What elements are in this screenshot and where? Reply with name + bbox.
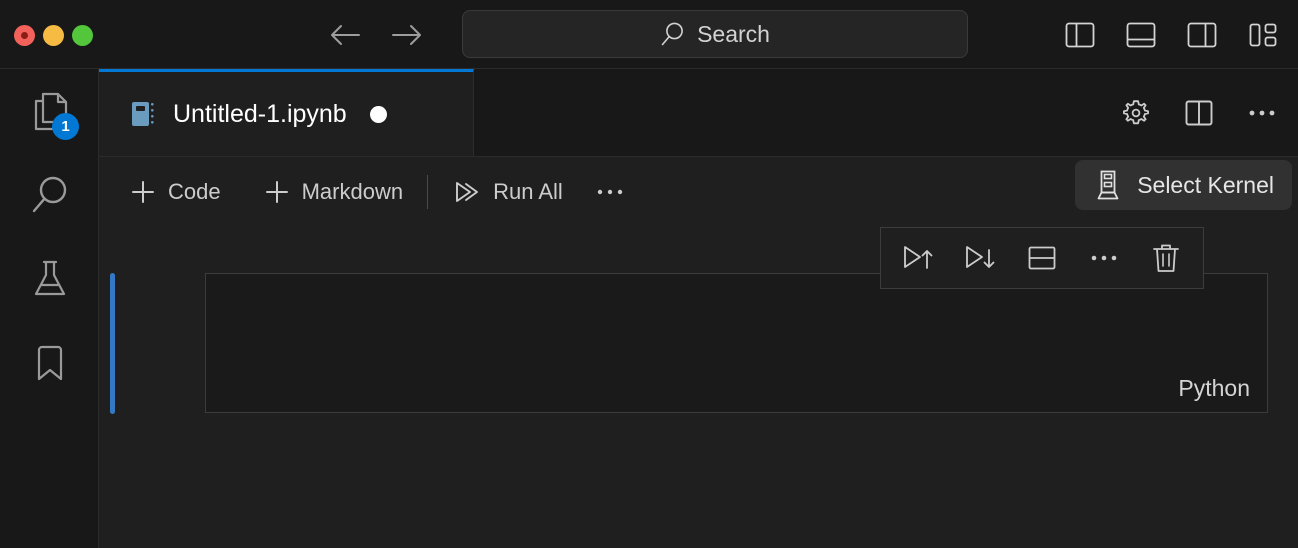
sidebar-item-bookmarks[interactable] [0,321,99,405]
notebook-more-actions-button[interactable] [587,169,633,215]
go-back-button[interactable] [329,19,361,51]
explorer-badge: 1 [52,113,79,140]
tab-untitled-1-ipynb[interactable]: Untitled-1.ipynb [99,69,474,156]
editor-actions [1118,95,1280,131]
notebook-icon [132,102,154,126]
more-cell-actions-button[interactable] [1073,230,1135,286]
run-above-icon [904,246,933,269]
customize-layout-button[interactable] [1246,18,1280,52]
beaker-icon [34,260,65,296]
toolbar-separator [427,175,429,209]
cell-active-indicator [110,273,115,414]
navigation-buttons [329,19,423,51]
notebook-settings-button[interactable] [1118,95,1154,131]
go-forward-button[interactable] [391,19,423,51]
ellipsis-icon [597,189,622,195]
arrow-left-icon [331,25,360,45]
editor-area: Untitled-1.ipynb Code Markdown Run All S… [99,69,1298,548]
cell-toolbar [880,227,1204,289]
add-markdown-cell-label: Markdown [301,179,404,204]
toggle-primary-sidebar-button[interactable] [1063,18,1097,52]
tab-dirty-indicator[interactable] [369,105,387,123]
execute-cell-and-below-button[interactable] [949,230,1011,286]
cell-code-editor[interactable]: Python [205,273,1268,413]
layout-sidebar-right-icon [1187,22,1217,48]
search-icon [32,176,66,213]
delete-cell-button[interactable] [1135,230,1197,286]
add-code-cell-label: Code [168,179,221,204]
layout-customize-icon [1249,23,1277,47]
add-markdown-cell-button[interactable]: Markdown [253,169,413,215]
search-label: Search [697,20,770,47]
notebook-body: Python [99,227,1298,548]
ellipsis-icon [1091,255,1117,261]
split-cell-button[interactable] [1011,230,1073,286]
execute-above-cells-button[interactable] [887,230,949,286]
activity-bar: 1 [0,69,99,548]
select-kernel-label: Select Kernel [1137,171,1274,198]
add-code-cell-button[interactable]: Code [119,169,231,215]
sidebar-item-search[interactable] [0,153,99,237]
split-cell-icon [1028,246,1056,270]
cell-language-label[interactable]: Python [1178,375,1250,402]
more-editor-actions-button[interactable] [1244,95,1280,131]
search-bar[interactable]: Search [462,10,968,58]
split-editor-button[interactable] [1181,95,1217,131]
title-bar: Search [0,0,1298,69]
ellipsis-icon [1249,110,1275,116]
tab-bar: Untitled-1.ipynb [99,69,1298,157]
layout-actions [1063,18,1280,52]
sidebar-item-explorer[interactable]: 1 [0,69,99,153]
notebook-toolbar: Code Markdown Run All Select Kernel [99,157,1298,227]
layout-panel-bottom-icon [1126,22,1156,48]
run-all-icon [456,182,479,202]
toggle-panel-button[interactable] [1124,18,1158,52]
run-all-button[interactable]: Run All [442,169,573,215]
sidebar-item-testing[interactable] [0,237,99,321]
select-kernel-button[interactable]: Select Kernel [1075,160,1292,210]
search-icon [661,22,683,46]
run-all-label: Run All [493,179,563,204]
vscode-window: Search 1 Untitled-1.ipynb Code Markdown … [0,0,1298,548]
layout-sidebar-left-icon [1065,22,1095,48]
bookmark-icon [37,345,62,381]
plus-icon [132,181,154,203]
server-kernel-icon [1097,170,1119,200]
toggle-secondary-sidebar-button[interactable] [1185,18,1219,52]
notebook-cell[interactable]: Python [99,273,1298,414]
plus-icon [265,181,288,203]
trash-icon [1153,244,1179,272]
window-maximize-button[interactable] [72,25,93,46]
window-minimize-button[interactable] [43,25,64,46]
gear-icon [1123,100,1149,125]
window-controls [14,25,93,46]
split-editor-icon [1185,100,1213,126]
tab-label: Untitled-1.ipynb [173,99,347,128]
arrow-right-icon [392,25,421,45]
run-below-icon [966,246,995,268]
window-close-button[interactable] [14,25,35,46]
